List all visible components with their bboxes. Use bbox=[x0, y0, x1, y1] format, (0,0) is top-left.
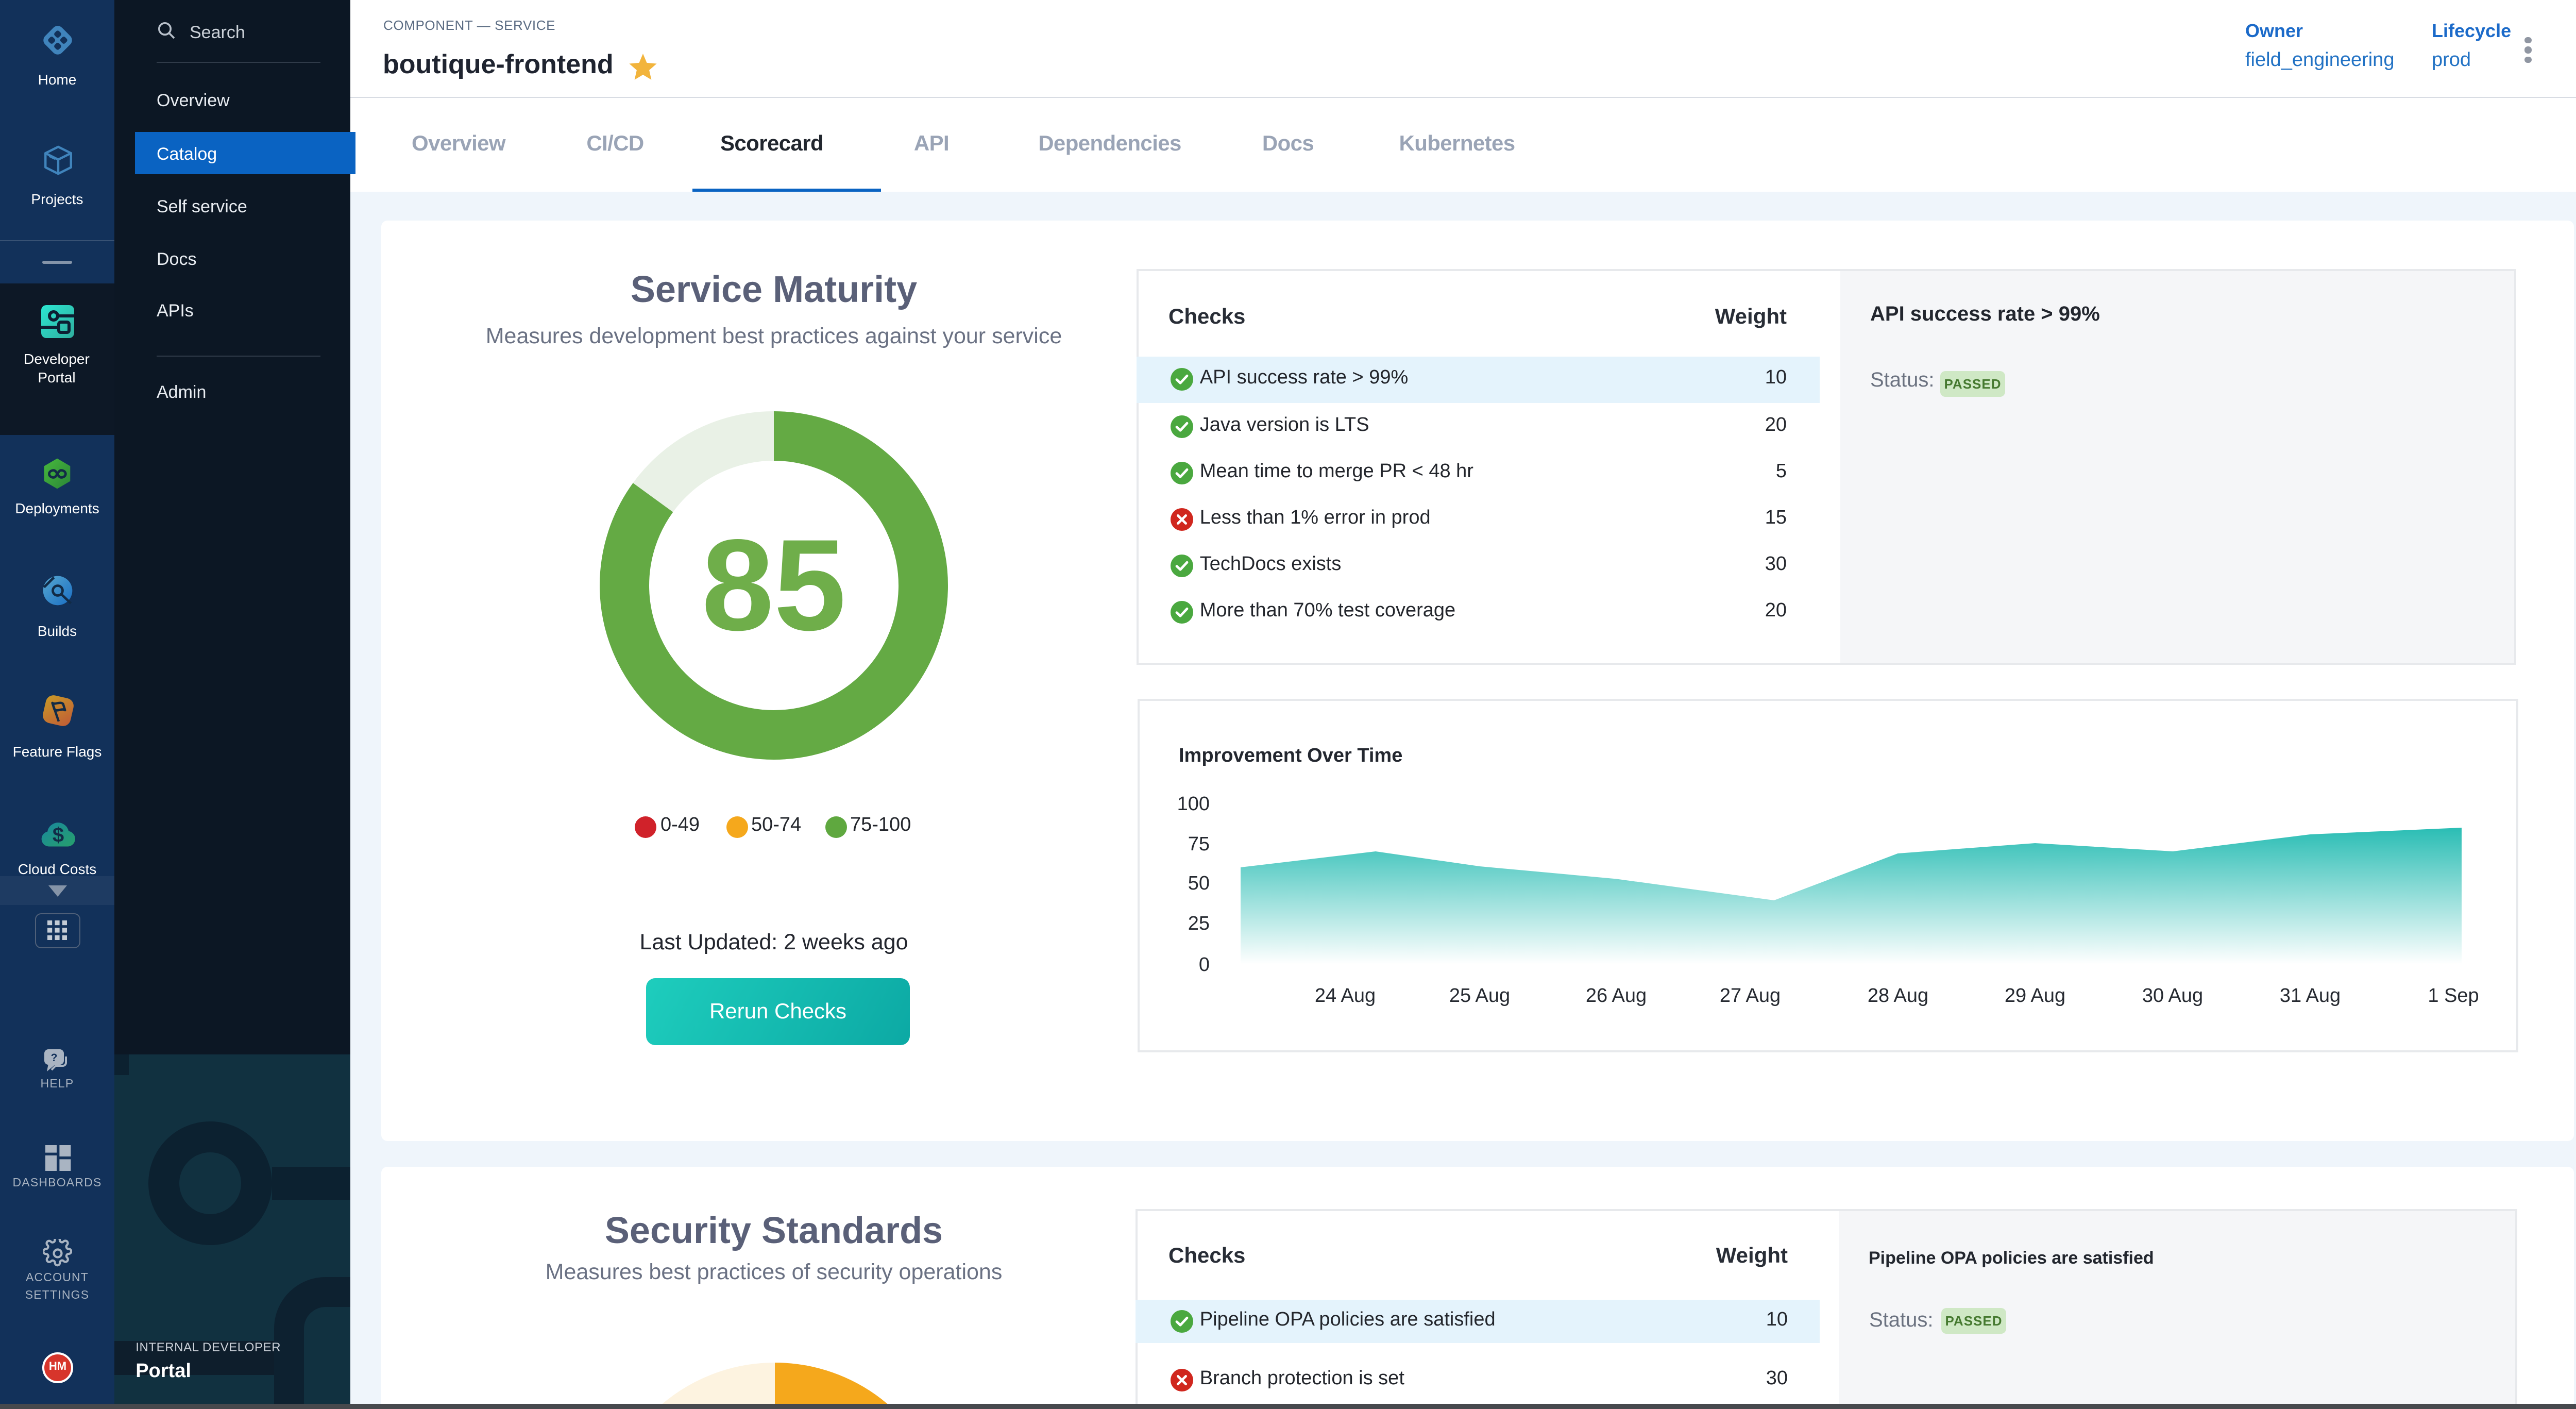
svg-text:$: $ bbox=[53, 824, 64, 846]
svg-text:?: ? bbox=[51, 1052, 58, 1064]
